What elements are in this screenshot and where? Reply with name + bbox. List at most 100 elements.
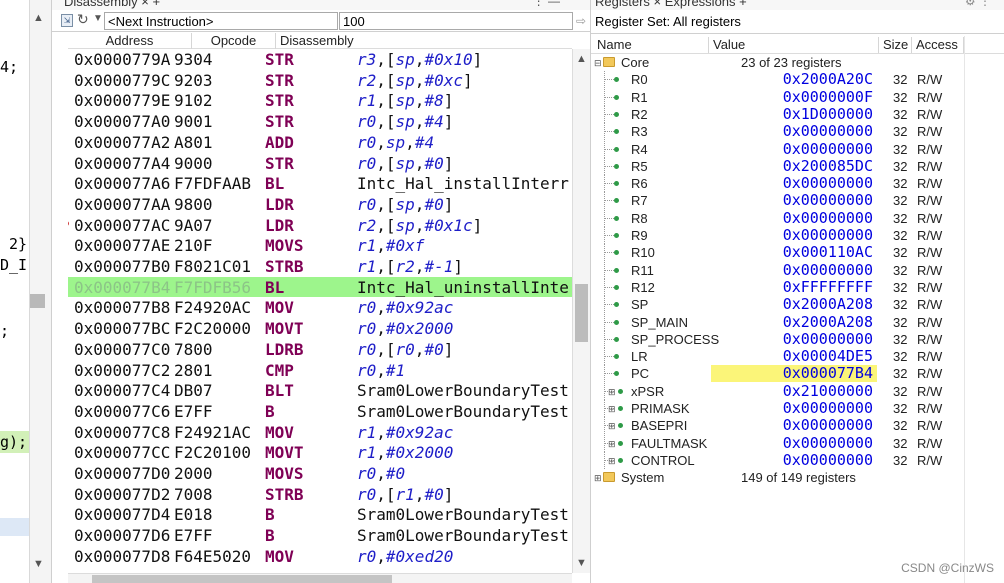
registers-tab[interactable]: Registers × Expressions + xyxy=(595,0,747,9)
column-address[interactable]: Address xyxy=(68,33,192,49)
register-value[interactable]: 0x2000A20C xyxy=(711,71,877,88)
disassembly-row[interactable]: 0x0000779A 9304 STR r3,[sp,#0x10] xyxy=(68,49,572,70)
register-set-select[interactable]: All registers xyxy=(673,14,741,29)
editor-scroll-thumb[interactable] xyxy=(30,294,45,308)
disassembly-row[interactable]: 0x000077B0 F8021C01 STRB r1,[r2,#-1] xyxy=(68,256,572,277)
disassembly-row[interactable]: 0x000077BC F2C20000 MOVT r0,#0x2000 xyxy=(68,318,572,339)
disassembly-row[interactable]: 0x000077C2 2801 CMP r0,#1 xyxy=(68,360,572,381)
register-row[interactable]: SP_PROCESS 0x00000000 32 R/W xyxy=(591,330,964,348)
disassembly-row[interactable]: 0x000077C0 7800 LDRB r0,[r0,#0] xyxy=(68,339,572,360)
disassembly-row-current[interactable]: ➡0x000077B4F7FDFB56BLIntc_Hal_uninstallI… xyxy=(68,276,572,298)
register-row[interactable]: ⊞ CONTROL 0x00000000 32 R/W xyxy=(591,451,964,470)
register-row[interactable]: R8 0x00000000 32 R/W xyxy=(591,209,964,227)
register-row[interactable]: SP_MAIN 0x2000A208 32 R/W xyxy=(591,313,964,331)
link-with-debug-context-icon[interactable]: ⇲ xyxy=(61,14,73,27)
disassembly-row[interactable]: 0x000077A4 9000 STR r0,[sp,#0] xyxy=(68,153,572,174)
address-input[interactable] xyxy=(104,12,338,30)
disassembly-row[interactable]: 0x000077AC 9A07 LDR r2,[sp,#0x1c] xyxy=(68,215,572,236)
register-value[interactable]: 0x00004DE5 xyxy=(711,348,877,365)
disassembly-gutter[interactable] xyxy=(52,32,68,583)
register-row[interactable]: ⊞ PRIMASK 0x00000000 32 R/W xyxy=(591,400,964,417)
register-row[interactable]: R0 0x2000A20C 32 R/W xyxy=(591,71,964,89)
register-value[interactable]: 0x000077B4 xyxy=(711,365,877,383)
register-row[interactable]: R9 0x00000000 32 R/W xyxy=(591,227,964,244)
disassembly-row[interactable]: 0x000077B8 F24920AC MOV r0,#0x92ac xyxy=(68,297,572,318)
register-value[interactable]: 0x21000000 xyxy=(711,382,877,400)
disassembly-vertical-scrollbar[interactable]: ▲ ▼ xyxy=(572,49,590,573)
register-value[interactable]: 0x00000000 xyxy=(711,192,877,209)
disassembly-row[interactable]: 0x000077A2 A801 ADD r0,sp,#4 xyxy=(68,132,572,153)
disassembly-row[interactable]: 0x0000779C 9203 STR r2,[sp,#0xc] xyxy=(68,70,572,91)
column-disassembly[interactable]: Disassembly xyxy=(276,33,356,49)
disassembly-row[interactable]: 0x000077C4 DB07 BLT Sram0LowerBoundaryTest xyxy=(68,380,572,401)
register-row[interactable]: LR 0x00004DE5 32 R/W xyxy=(591,348,964,366)
disassembly-row[interactable]: 0x0000779E 9102 STR r1,[sp,#8] xyxy=(68,90,572,111)
expand-icon[interactable]: ⊞ xyxy=(608,418,616,435)
register-value[interactable]: 0x0000000F xyxy=(711,88,877,106)
scroll-up-icon[interactable]: ▲ xyxy=(576,53,587,65)
view-menu-icon[interactable]: ⋮ — xyxy=(533,0,560,8)
go-to-address-icon[interactable]: ⇨ xyxy=(576,14,586,28)
disassembly-row[interactable]: 0x000077AE 210F MOVS r1,#0xf xyxy=(68,235,572,256)
register-value[interactable]: 0x00000000 xyxy=(711,209,877,227)
disassembly-row[interactable]: 0x000077AA 9800 LDR r0,[sp,#0] xyxy=(68,194,572,215)
scroll-down-icon[interactable]: ▼ xyxy=(33,558,44,570)
disassembly-hscroll-thumb[interactable] xyxy=(92,575,392,583)
register-row[interactable]: SP 0x2000A208 32 R/W xyxy=(591,296,964,314)
disassembly-row[interactable]: 0x000077CC F2C20100 MOVT r1,#0x2000 xyxy=(68,442,572,463)
dropdown-icon[interactable]: ▼ xyxy=(93,13,103,24)
editor-vertical-scrollbar[interactable]: ▲ ▼ xyxy=(30,0,52,583)
register-value[interactable]: 0xFFFFFFFF xyxy=(711,278,877,296)
disassembly-row[interactable]: 0x000077D4 E018 B Sram0LowerBoundaryTest xyxy=(68,504,572,525)
disassembly-row[interactable]: 0x000077D8 F64E5020 MOV r0,#0xed20 xyxy=(68,546,572,567)
register-value[interactable]: 0x00000000 xyxy=(711,400,877,417)
register-row[interactable]: R3 0x00000000 32 R/W xyxy=(591,123,964,141)
scroll-down-icon[interactable]: ▼ xyxy=(576,557,587,569)
register-value[interactable]: 0x1D000000 xyxy=(711,105,877,123)
disassembly-row[interactable]: 0x000077A0 9001 STR r0,[sp,#4] xyxy=(68,111,572,132)
register-row[interactable]: R2 0x1D000000 32 R/W xyxy=(591,105,964,123)
column-value[interactable]: Value xyxy=(709,37,879,53)
register-value[interactable]: 0x00000000 xyxy=(711,434,877,452)
disassembly-row[interactable]: 0x000077D6 E7FF B Sram0LowerBoundaryTest xyxy=(68,525,572,546)
expand-icon[interactable]: ⊞ xyxy=(608,436,616,453)
register-value[interactable]: 0x00000000 xyxy=(711,227,877,244)
register-row[interactable]: ⊞ BASEPRI 0x00000000 32 R/W xyxy=(591,417,964,435)
register-row[interactable]: R6 0x00000000 32 R/W xyxy=(591,175,964,193)
register-value[interactable]: 0x00000000 xyxy=(711,330,877,348)
register-value[interactable]: 0x00000000 xyxy=(711,451,877,469)
disassembly-tab[interactable]: Disassembly × + xyxy=(64,0,160,9)
register-row[interactable]: R4 0x00000000 32 R/W xyxy=(591,140,964,158)
expand-icon[interactable]: ⊞ xyxy=(608,384,616,401)
disassembly-row[interactable]: 0x000077D2 7008 STRB r0,[r1,#0] xyxy=(68,484,572,505)
register-value[interactable]: 0x00000000 xyxy=(711,261,877,279)
expand-icon[interactable]: ⊞ xyxy=(594,470,602,487)
register-group-system[interactable]: ⊞ System 149 of 149 registers xyxy=(591,469,964,486)
register-value[interactable]: 0x00000000 xyxy=(711,123,877,140)
column-size[interactable]: Size xyxy=(879,37,912,53)
register-value[interactable]: 0x00000000 xyxy=(711,175,877,192)
instruction-count-input[interactable] xyxy=(339,12,573,30)
view-toolbar-icon[interactable]: ⚙ ⋮ xyxy=(965,0,991,8)
disassembly-row[interactable]: 0x000077A6 F7FDFAAB BL Intc_Hal_installInte… xyxy=(68,173,572,194)
register-value[interactable]: 0x00000000 xyxy=(711,140,877,158)
register-row[interactable]: R7 0x00000000 32 R/W xyxy=(591,192,964,210)
disassembly-row[interactable]: 0x000077C6 E7FF B Sram0LowerBoundaryTest xyxy=(68,401,572,422)
register-group-core[interactable]: ⊟ Core 23 of 23 registers xyxy=(591,54,964,71)
breakpoint-icon[interactable] xyxy=(68,220,69,226)
register-value[interactable]: 0x200085DC xyxy=(711,157,877,175)
column-access[interactable]: Access xyxy=(912,37,964,53)
register-value[interactable]: 0x000110AC xyxy=(711,244,877,261)
collapse-icon[interactable]: ⊟ xyxy=(594,55,602,72)
register-value[interactable]: 0x2000A208 xyxy=(711,313,877,331)
register-row[interactable]: ⊞ xPSR 0x21000000 32 R/W xyxy=(591,382,964,401)
disassembly-row[interactable]: 0x000077D0 2000 MOVS r0,#0 xyxy=(68,463,572,484)
register-row[interactable]: R11 0x00000000 32 R/W xyxy=(591,261,964,279)
register-row[interactable]: ⊞ FAULTMASK 0x00000000 32 R/W xyxy=(591,434,964,453)
expand-icon[interactable]: ⊞ xyxy=(608,453,616,470)
disassembly-horizontal-scrollbar[interactable] xyxy=(68,573,572,583)
column-name[interactable]: Name xyxy=(591,37,709,53)
scroll-up-icon[interactable]: ▲ xyxy=(33,12,44,24)
disassembly-scroll-thumb[interactable] xyxy=(575,284,588,342)
register-row[interactable]: R12 0xFFFFFFFF 32 R/W xyxy=(591,278,964,296)
